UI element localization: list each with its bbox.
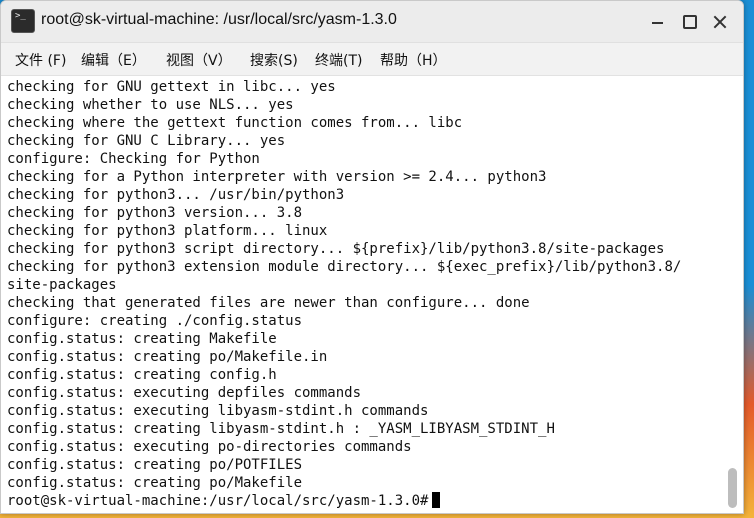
terminal-icon: >_ [11, 9, 35, 33]
terminal-line: checking for python3... /usr/bin/python3 [7, 187, 345, 203]
terminal-line: config.status: creating po/Makefile.in [7, 349, 328, 365]
terminal-line: config.status: creating po/POTFILES [7, 457, 303, 473]
terminal-line: config.status: creating config.h [7, 367, 277, 383]
terminal-line: checking that generated files are newer … [7, 295, 530, 311]
terminal-lines: checking for GNU gettext in libc... yes … [7, 78, 729, 510]
prompt-line[interactable]: root@sk-virtual-machine:/usr/local/src/y… [7, 492, 729, 510]
terminal-line: configure: creating ./config.status [7, 313, 303, 329]
terminal-line: checking for GNU C Library... yes [7, 133, 286, 149]
terminal-line: checking where the gettext function come… [7, 115, 463, 131]
desktop-background: >_ root@sk-virtual-machine: /usr/local/s… [0, 0, 754, 518]
terminal-line: config.status: executing libyasm-stdint.… [7, 403, 429, 419]
maximize-icon[interactable] [681, 13, 699, 31]
title-bar[interactable]: >_ root@sk-virtual-machine: /usr/local/s… [1, 1, 743, 43]
terminal-output[interactable]: checking for GNU gettext in libc... yes … [1, 76, 743, 513]
menu-help[interactable]: 帮助（H） [380, 50, 447, 70]
menu-bar: 文件 (F) 编辑（E） 视图（V） 搜索(S) 终端(T) 帮助（H） [1, 43, 743, 76]
terminal-line: config.status: creating po/Makefile [7, 475, 303, 491]
text-cursor [432, 492, 441, 508]
terminal-line: site-packages [7, 277, 117, 293]
minimize-icon[interactable] [649, 13, 667, 31]
shell-prompt: root@sk-virtual-machine:/usr/local/src/y… [7, 493, 429, 509]
close-icon[interactable] [711, 13, 729, 31]
terminal-window: >_ root@sk-virtual-machine: /usr/local/s… [0, 0, 744, 514]
menu-file[interactable]: 文件 (F) [15, 50, 66, 70]
terminal-line: checking for python3 extension module di… [7, 259, 682, 275]
menu-view[interactable]: 视图（V） [166, 50, 232, 70]
terminal-line: configure: Checking for Python [7, 151, 260, 167]
terminal-line: config.status: creating libyasm-stdint.h… [7, 421, 555, 437]
terminal-line: checking for python3 platform... linux [7, 223, 328, 239]
window-title: root@sk-virtual-machine: /usr/local/src/… [41, 11, 397, 28]
terminal-line: config.status: executing po-directories … [7, 439, 412, 455]
menu-terminal[interactable]: 终端(T) [315, 50, 362, 70]
terminal-line: checking whether to use NLS... yes [7, 97, 294, 113]
terminal-line: config.status: executing depfiles comman… [7, 385, 362, 401]
terminal-line: checking for python3 script directory...… [7, 241, 665, 257]
menu-search[interactable]: 搜索(S) [250, 50, 298, 70]
scrollbar-thumb[interactable] [728, 468, 737, 508]
terminal-line: config.status: creating Makefile [7, 331, 277, 347]
terminal-line: checking for GNU gettext in libc... yes [7, 79, 336, 95]
menu-edit[interactable]: 编辑（E） [81, 50, 146, 70]
terminal-line: checking for a Python interpreter with v… [7, 169, 547, 185]
terminal-line: checking for python3 version... 3.8 [7, 205, 303, 221]
